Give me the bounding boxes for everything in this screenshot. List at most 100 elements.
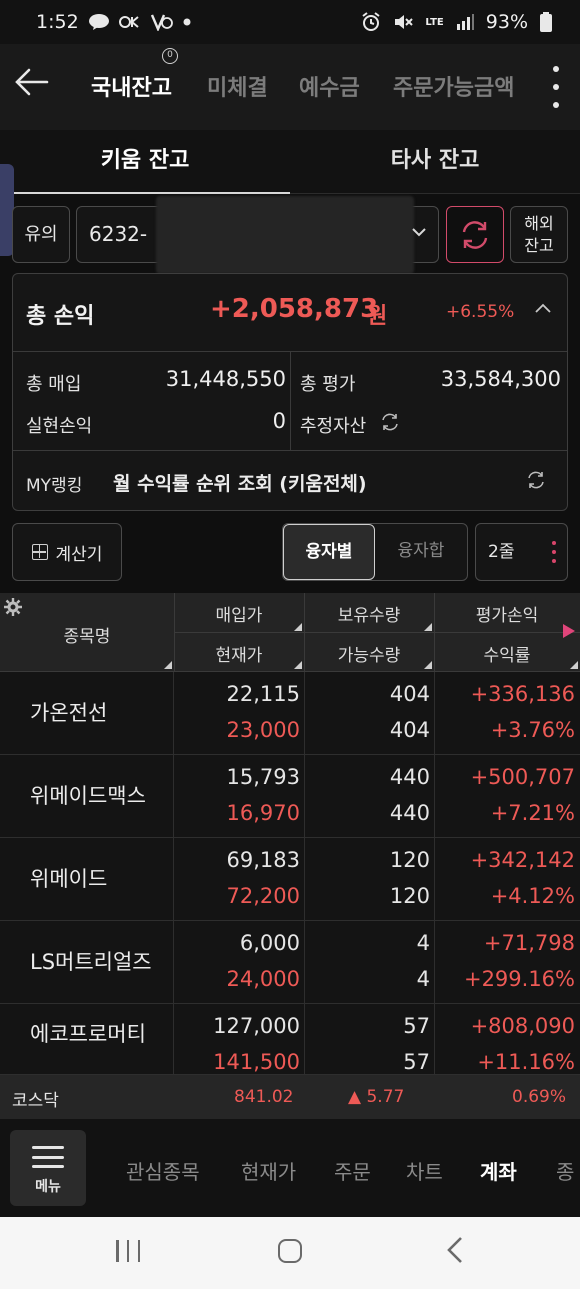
refresh-button[interactable] — [446, 206, 504, 263]
return-rate: +11.16% — [477, 1050, 575, 1074]
column-header-name[interactable]: 종목명 — [0, 622, 174, 647]
stock-name: LS머트리얼즈 — [0, 921, 174, 1003]
buy-price: 127,000 — [213, 1014, 300, 1038]
table-row[interactable]: LS머트리얼즈 6,000 24,000 4 4 +71,798 +299.16… — [0, 921, 580, 1004]
column-header-current-price[interactable]: 현재가 — [174, 641, 304, 666]
current-price: 24,000 — [226, 967, 300, 991]
ranking-refresh-icon[interactable] — [526, 470, 546, 495]
home-icon[interactable] — [278, 1239, 302, 1263]
nav-account[interactable]: 계좌 — [480, 1156, 517, 1185]
column-header-return-rate[interactable]: 수익률 — [434, 641, 580, 666]
gear-icon[interactable] — [4, 598, 22, 621]
recent-apps-icon[interactable] — [116, 1240, 140, 1262]
table-row[interactable]: 에코프로머티 127,000 141,500 57 57 +808,090 +1… — [0, 1004, 580, 1075]
alarm-icon — [361, 12, 381, 32]
eval-pl: +342,142 — [470, 848, 575, 872]
available-qty: 120 — [389, 884, 430, 908]
nav-watchlist[interactable]: 관심종목 — [126, 1156, 200, 1185]
available-qty: 404 — [389, 718, 430, 742]
tab-other-broker-balance[interactable]: 타사 잔고 — [290, 130, 580, 194]
estimated-assets-label: 추정자산 — [300, 416, 367, 437]
segment-loan-sum[interactable]: 융자합 — [375, 524, 467, 580]
signal-icon — [456, 14, 474, 30]
divider — [174, 632, 580, 633]
lte-icon: LTE — [425, 16, 444, 28]
eval-pl: +808,090 — [470, 1014, 575, 1038]
more-vertical-icon[interactable] — [546, 66, 566, 108]
stock-name: 가온전선 — [0, 672, 174, 754]
return-rate: +7.21% — [490, 801, 575, 825]
chevron-down-icon[interactable] — [411, 222, 427, 243]
nav-chart[interactable]: 차트 — [406, 1156, 443, 1185]
eval-pl: +336,136 — [470, 682, 575, 706]
holding-qty: 404 — [389, 682, 430, 706]
sort-corner-icon — [164, 661, 172, 669]
holding-qty: 4 — [416, 931, 430, 955]
eval-pl: +500,707 — [470, 765, 575, 789]
scroll-right-icon[interactable] — [563, 624, 575, 638]
holding-qty: 120 — [389, 848, 430, 872]
status-bar: 1:52 LTE 93% — [0, 0, 580, 44]
realized-pl-label: 실현손익 — [26, 416, 93, 437]
table-row[interactable]: 가온전선 22,115 23,000 404 404 +336,136 +3.7… — [0, 672, 580, 755]
info-badge-icon: 0 — [162, 48, 178, 64]
my-ranking-label: MY랭킹 — [26, 476, 83, 496]
total-pl-rate: +6.55% — [446, 302, 515, 322]
column-header-holding-qty[interactable]: 보유수량 — [304, 601, 434, 626]
overseas-balance-button[interactable]: 해외 잔고 — [510, 206, 568, 263]
buy-price: 15,793 — [226, 765, 300, 789]
column-header-eval-pl[interactable]: 평가손익 — [434, 601, 580, 626]
tab-deposit[interactable]: 예수금 — [299, 70, 360, 102]
total-pl-value: +2,058,873 — [210, 294, 379, 324]
holding-qty: 440 — [389, 765, 430, 789]
index-change: ▲ 5.77 — [348, 1087, 405, 1107]
chevron-up-icon[interactable] — [534, 298, 552, 319]
divider — [13, 450, 567, 451]
sort-corner-icon — [294, 623, 302, 631]
index-name: 코스닥 — [12, 1091, 59, 1111]
notification-dot-icon — [183, 18, 191, 26]
available-qty: 57 — [403, 1050, 430, 1074]
sort-corner-icon — [424, 661, 432, 669]
calculator-button[interactable]: 계산기 — [12, 523, 122, 581]
ok-cashbag-icon — [118, 14, 141, 30]
tab-unfilled-orders[interactable]: 미체결 — [207, 70, 268, 102]
v3-icon — [150, 13, 173, 31]
nav-item-truncated[interactable]: 종 — [556, 1156, 574, 1185]
sort-corner-icon — [424, 623, 432, 631]
available-qty: 440 — [389, 801, 430, 825]
hamburger-icon — [32, 1146, 64, 1168]
caution-button[interactable]: 유의 — [12, 206, 70, 263]
nav-order[interactable]: 주문 — [334, 1156, 371, 1185]
system-back-icon[interactable] — [446, 1236, 464, 1271]
return-rate: +299.16% — [463, 967, 575, 991]
total-eval-value: 33,584,300 — [440, 367, 561, 391]
tab-kiwoom-balance[interactable]: 키움 잔고 — [0, 130, 290, 194]
stock-name: 위메이드맥스 — [0, 755, 174, 837]
table-row[interactable]: 위메이드 69,183 72,200 120 120 +342,142 +4.1… — [0, 838, 580, 921]
tab-domestic-balance[interactable]: 국내잔고 — [91, 70, 172, 102]
app-header: 국내잔고 0 미체결 예수금 주문가능금액 — [0, 44, 580, 130]
tab-orderable-amount[interactable]: 주문가능금액 — [393, 70, 514, 102]
eval-pl: +71,798 — [483, 931, 575, 955]
balance-subtabs: 키움 잔고 타사 잔고 — [0, 130, 580, 194]
current-price: 16,970 — [226, 801, 300, 825]
column-header-buy-price[interactable]: 매입가 — [174, 601, 304, 626]
column-header-available-qty[interactable]: 가능수량 — [304, 641, 434, 666]
total-eval-label: 총 평가 — [300, 374, 356, 395]
nav-current-price[interactable]: 현재가 — [241, 1156, 296, 1185]
back-arrow-icon[interactable] — [12, 66, 52, 106]
mute-icon — [393, 12, 414, 32]
total-pl-label: 총 손익 — [26, 304, 95, 329]
total-buy-value: 31,448,550 — [165, 367, 286, 391]
current-price: 23,000 — [226, 718, 300, 742]
table-row[interactable]: 위메이드맥스 15,793 16,970 440 440 +500,707 +7… — [0, 755, 580, 838]
total-buy-label: 총 매입 — [26, 374, 82, 395]
return-rate: +3.76% — [490, 718, 575, 742]
estimated-refresh-icon[interactable] — [380, 412, 400, 437]
ranking-link[interactable]: 월 수익률 순위 조회 (키움전체) — [113, 469, 367, 496]
segment-by-loan[interactable]: 융자별 — [283, 524, 375, 580]
more-options-icon[interactable] — [552, 541, 556, 563]
sort-corner-icon — [570, 661, 578, 669]
row-mode-label: 2줄 — [488, 542, 515, 562]
